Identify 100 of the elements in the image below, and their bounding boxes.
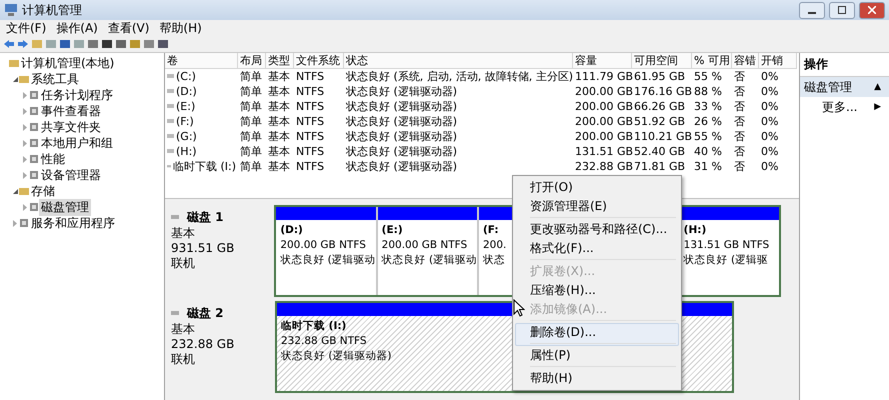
close-button[interactable]: [859, 2, 885, 18]
partition-status: 状态良好 (逻辑驱动: [382, 253, 478, 268]
table-cell-text: 33 %: [693, 99, 723, 114]
table-cell-text: NTFS: [295, 99, 326, 114]
column-header[interactable]: 容量: [573, 53, 632, 69]
column-header[interactable]: 可用空间: [632, 53, 692, 69]
table-cell-text: 基本: [267, 84, 291, 99]
table-cell-text: 66.26 GB: [633, 99, 686, 114]
partition[interactable]: (E:) 200.00 GB NTFS 状态良好 (逻辑驱动: [378, 207, 479, 295]
volume-icon: [167, 74, 174, 79]
menu-option[interactable]: 删除卷(D)...: [515, 323, 679, 346]
table-cell-text: 61.95 GB: [633, 69, 686, 84]
tree-item[interactable]: 共享文件夹: [39, 118, 103, 136]
menu-option[interactable]: 格式化(F)...: [515, 239, 679, 262]
partition-status: 状态良好 (逻辑驱: [684, 253, 768, 268]
table-cell-text: 基本: [267, 114, 291, 129]
partition[interactable]: (D:) 200.00 GB NTFS 状态良好 (逻辑驱动: [276, 207, 378, 295]
table-cell-text: 0%: [760, 99, 780, 114]
tree-item[interactable]: 性能: [39, 150, 67, 168]
column-header[interactable]: % 可用: [692, 53, 732, 69]
table-cell-text: 0%: [760, 114, 780, 129]
toolbar-icon[interactable]: [101, 38, 113, 50]
partition-label: (F:: [483, 223, 499, 238]
column-header[interactable]: 文件系统: [294, 53, 344, 69]
table-cell-text: 基本: [267, 159, 291, 174]
maximize-button[interactable]: [829, 2, 855, 18]
disk-type: 基本: [171, 226, 196, 241]
table-cell-text: 40 %: [693, 144, 723, 159]
table-cell-text: 31 %: [693, 159, 723, 174]
partition-size: 200.: [483, 238, 506, 253]
column-header[interactable]: 状态: [344, 53, 573, 69]
table-cell-text: 状态良好 (系统, 启动, 活动, 故障转储, 主分区): [345, 69, 573, 84]
table-cell-text: NTFS: [295, 84, 326, 99]
table-cell-text: 131.51 GB: [574, 144, 632, 159]
partition-status: 状态良好 (逻辑驱动器): [281, 349, 392, 364]
action-item[interactable]: 更多... ▶: [800, 97, 889, 117]
partition-size: 200.00 GB NTFS: [382, 238, 468, 253]
table-cell: (G:): [165, 129, 238, 144]
minimize-button[interactable]: [799, 2, 825, 18]
menu-item[interactable]: 操作(A): [52, 20, 102, 36]
table-cell-text: 51.92 GB: [633, 114, 686, 129]
table-cell-text: 状态良好 (逻辑驱动器): [345, 159, 458, 174]
table-cell-text: 基本: [267, 99, 291, 114]
table-cell-text: 状态良好 (逻辑驱动器): [345, 99, 458, 114]
table-cell-text: 状态良好 (逻辑驱动器): [345, 129, 458, 144]
table-cell-text: 200.00 GB: [574, 84, 632, 99]
tree-item[interactable]: 任务计划程序: [39, 86, 115, 104]
menu-option[interactable]: 压缩卷(H)...: [515, 281, 679, 300]
column-header[interactable]: 容错: [732, 53, 759, 69]
tree-item[interactable]: 计算机管理(本地): [19, 54, 116, 72]
tree-item[interactable]: 存储: [29, 182, 57, 200]
tree-item[interactable]: 磁盘管理: [39, 198, 91, 216]
menu-option[interactable]: 帮助(H): [515, 369, 679, 388]
table-cell-text: NTFS: [295, 144, 326, 159]
table-cell-text: 否: [733, 69, 746, 84]
menu-option[interactable]: 更改驱动器号和路径(C)...: [515, 220, 679, 239]
column-header[interactable]: 布局: [238, 53, 266, 69]
menu-option[interactable]: 资源管理器(E): [515, 197, 679, 220]
partition-status: 状态良好 (逻辑驱动: [280, 253, 376, 268]
partition-label: (H:): [684, 223, 706, 238]
table-cell-text: 状态良好 (逻辑驱动器): [345, 114, 458, 129]
toolbar-icon[interactable]: [157, 38, 169, 50]
table-cell-text: 简单: [239, 69, 263, 84]
table-cell-text: 简单: [239, 99, 263, 114]
column-header[interactable]: 类型: [266, 53, 294, 69]
expander-icon[interactable]: [12, 76, 19, 82]
menu-item[interactable]: 帮助(H): [155, 20, 206, 36]
table-cell-text: 71.81 GB: [633, 159, 686, 174]
table-cell-text: 200.00 GB: [574, 129, 632, 144]
disk-type: 基本: [171, 322, 196, 337]
tree-item[interactable]: 本地用户和组: [39, 134, 115, 152]
menu-item[interactable]: 文件(F): [2, 20, 50, 36]
tree-item[interactable]: 服务和应用程序: [29, 214, 117, 232]
toolbar-icon[interactable]: [115, 38, 127, 50]
menu-option[interactable]: 属性(P): [515, 346, 679, 369]
table-cell-text: 简单: [239, 84, 263, 99]
table-cell-text: 否: [733, 114, 746, 129]
expander-icon[interactable]: [12, 188, 19, 194]
table-cell-text: 状态良好 (逻辑驱动器): [345, 84, 458, 99]
column-header[interactable]: 卷: [165, 53, 238, 69]
disk-status: 联机: [171, 352, 196, 367]
tree-item[interactable]: 事件查看器: [39, 102, 103, 120]
table-cell: (E:): [165, 99, 238, 114]
menu-item[interactable]: 查看(V): [104, 20, 154, 36]
volume-icon: [167, 149, 174, 154]
volume-icon: [167, 104, 174, 109]
table-cell-text: 200.00 GB: [574, 114, 632, 129]
table-cell: 临时下载 (I:): [165, 159, 238, 174]
partition-size: 232.88 GB NTFS: [281, 334, 367, 349]
tree-item[interactable]: 设备管理器: [39, 166, 103, 184]
tree-item[interactable]: 系统工具: [29, 70, 81, 88]
menu-option[interactable]: 打开(O): [515, 178, 679, 197]
column-header[interactable]: 开销: [759, 53, 797, 69]
toolbar-icon[interactable]: [59, 38, 71, 50]
disk-size: 931.51 GB: [171, 241, 236, 256]
window-title: 计算机管理: [22, 2, 83, 18]
action-section[interactable]: 磁盘管理 ▲: [800, 77, 889, 97]
volume-icon: [167, 134, 174, 139]
close-icon: [868, 6, 876, 14]
table-cell-text: 0%: [760, 129, 780, 144]
